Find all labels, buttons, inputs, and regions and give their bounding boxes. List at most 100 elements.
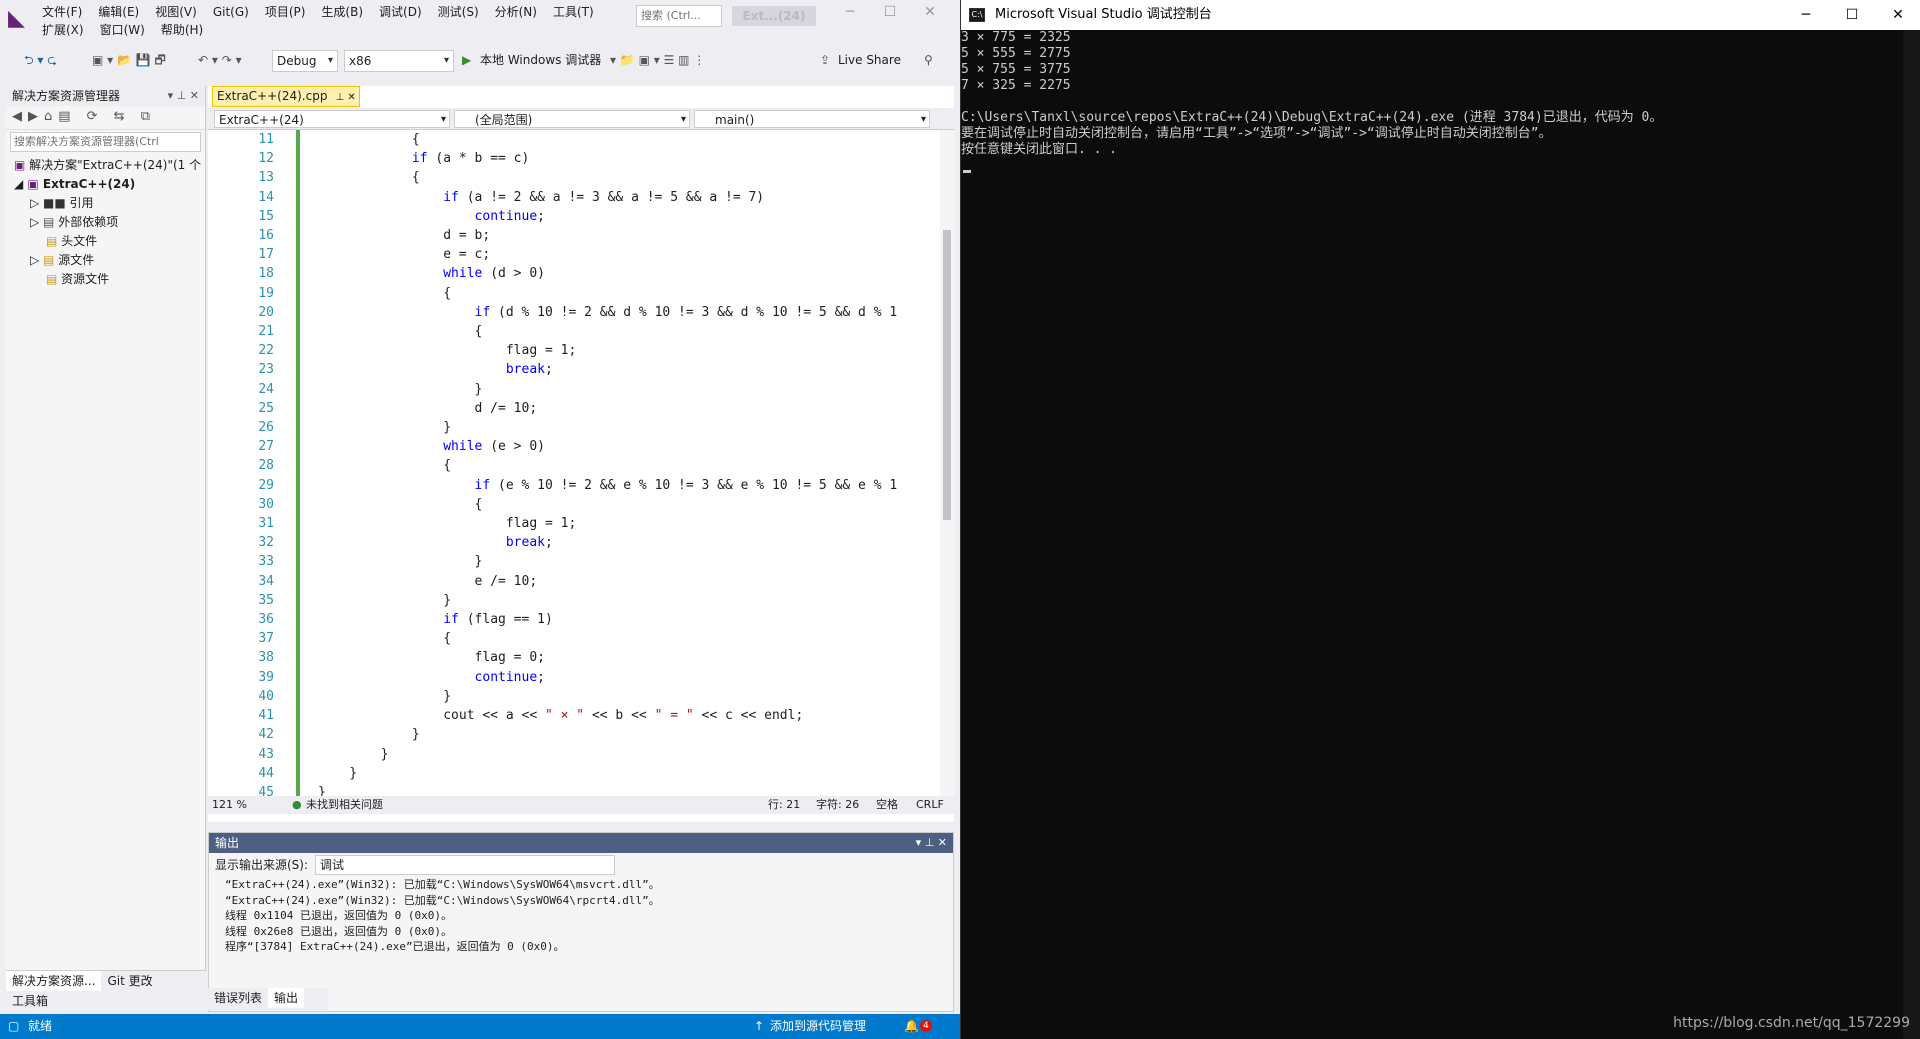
tree-references[interactable]: ▷ ■■ 引用 [6,194,205,213]
code-line[interactable]: { [318,629,897,648]
code-line[interactable]: } [318,783,897,796]
output-source-select[interactable]: 调试 [315,855,615,875]
live-share-button[interactable]: Live Share [838,50,901,70]
nav-project[interactable]: ExtraC++(24) [214,110,450,129]
code-line[interactable]: while (e > 0) [318,437,897,456]
console-close-button[interactable]: ✕ [1875,0,1920,30]
pane-buttons[interactable]: ▾ ⊥ ✕ [168,86,199,106]
tab-output[interactable]: 输出 [268,988,305,1008]
tab-toolbox[interactable]: 工具箱 [6,991,54,1011]
code-line[interactable]: if (a != 2 && a != 3 && a != 5 && a != 7… [318,188,897,207]
tree-resources[interactable]: ▤ 资源文件 [6,270,205,289]
menu-item[interactable]: 工具(T) [553,3,594,21]
menu-item[interactable]: Git(G) [213,3,249,21]
menu-item[interactable]: 测试(S) [438,3,479,21]
code-line[interactable]: if (d % 10 != 2 && d % 10 != 3 && d % 10… [318,303,898,322]
menu-item[interactable]: 视图(V) [155,3,197,21]
menu-item[interactable]: 分析(N) [495,3,537,21]
file-icons[interactable]: ▣ ▾ 📂 💾 🗗 [92,50,166,70]
feedback-icon[interactable]: ⚲ [924,50,933,70]
code-line[interactable]: break; [318,533,897,552]
code-line[interactable]: d /= 10; [318,399,897,418]
eol-indicator[interactable]: CRLF [916,796,944,814]
code-line[interactable]: e /= 10; [318,572,897,591]
nav-scope[interactable]: (全局范围) [454,110,690,129]
console-maximize-button[interactable]: ☐ [1829,0,1875,30]
code-line[interactable]: continue; [318,668,897,687]
close-button[interactable]: ✕ [910,4,950,20]
search-input[interactable]: 搜索 (Ctrl... [636,5,722,27]
code-line[interactable]: cout << a << " × " << b << " = " << c <<… [318,706,897,725]
output-pane-buttons[interactable]: ▾ ⊥ ✕ [916,833,947,853]
tree-external-deps[interactable]: ▷ ▤ 外部依赖项 [6,213,205,232]
config-combo[interactable]: Debug [272,50,338,72]
code-line[interactable]: flag = 1; [318,514,897,533]
nav-function[interactable]: main() [694,110,930,129]
code-line[interactable]: { [318,284,897,303]
code-line[interactable]: } [318,380,897,399]
code-line[interactable]: { [318,456,897,475]
tree-sources[interactable]: ▷ ▤ 源文件 [6,251,205,270]
menu-item[interactable]: 扩展(X) [42,21,84,39]
code-line[interactable]: } [318,552,897,571]
code-line[interactable]: while (d > 0) [318,264,897,283]
code-line[interactable]: { [318,322,897,341]
menu-item[interactable]: 编辑(E) [98,3,139,21]
tab-git-changes[interactable]: Git 更改 [101,971,158,991]
code-line[interactable]: if (e % 10 != 2 && e % 10 != 3 && e % 10… [318,476,898,495]
tree-solution[interactable]: ▣ 解决方案"ExtraC++(24)"(1 个 [6,156,205,175]
code-line[interactable]: } [318,591,897,610]
zoom-level[interactable]: 121 % [212,796,247,814]
code-line[interactable]: } [318,745,897,764]
menu-item[interactable]: 帮助(H) [161,21,203,39]
issues-text[interactable]: 未找到相关问题 [306,796,383,814]
run-icon[interactable]: ▶ [462,50,471,70]
menu-item[interactable]: 生成(B) [321,3,363,21]
document-tab[interactable]: ExtraC++(24).cpp ⊥ ✕ [212,86,360,107]
solution-search[interactable]: 搜索解决方案资源管理器(Ctrl [10,132,201,152]
code-line[interactable]: break; [318,360,897,379]
code-line[interactable]: } [318,418,897,437]
console-scrollbar[interactable] [1903,30,1920,1039]
platform-combo[interactable]: x86 [344,50,454,72]
code-area[interactable]: 11 12 13 14 15 16 17 18 19 20 21 22 23 24 25 26 27 28 29 30… [208,130,954,796]
code-line[interactable]: if (flag == 1) [318,610,897,629]
solution-toolbar[interactable]: ◀▶⌂▤ ⟳ ⇆ ⧉ [6,106,205,130]
misc-toolbar-icons[interactable]: ▾ 📁 ▣ ▾ ☰ ▥ ⋮ [610,50,705,70]
run-button[interactable]: 本地 Windows 调试器 [480,50,601,70]
menu-item[interactable]: 调试(D) [379,3,422,21]
code-line[interactable]: { [318,495,897,514]
menu-item[interactable]: 项目(P) [265,3,306,21]
menu-item[interactable]: 文件(F) [42,3,82,21]
code-line[interactable]: if (a * b == c) [318,149,897,168]
add-to-source-control[interactable]: 添加到源代码管理 [770,1014,866,1039]
code-line[interactable]: continue; [318,207,897,226]
code-line[interactable]: d = b; [318,226,897,245]
minimize-button[interactable]: ─ [830,4,870,20]
code-line[interactable]: flag = 1; [318,341,897,360]
source-lines[interactable]: { if (a * b == c) { if (a != 2 && a != 3… [318,130,897,796]
code-line[interactable]: } [318,725,897,744]
line-number: 38 [258,650,274,666]
tab-error-list[interactable]: 错误列表 [208,988,268,1008]
code-line[interactable]: e = c; [318,245,897,264]
back-icon[interactable]: ⮌ ▾ ⮎ [24,50,57,70]
line-number: 23 [258,362,274,378]
tree-headers[interactable]: ▤ 头文件 [6,232,205,251]
editor-scrollbar[interactable] [940,130,954,796]
code-line[interactable]: flag = 0; [318,648,897,667]
code-line[interactable]: { [318,130,897,149]
console-minimize-button[interactable]: ─ [1783,0,1829,30]
tab-solution-explorer[interactable]: 解决方案资源... [6,971,102,991]
tree-project[interactable]: ◢ ▣ ExtraC++(24) [6,175,205,194]
maximize-button[interactable]: ☐ [870,4,910,20]
code-line[interactable]: { [318,168,897,187]
code-line[interactable]: } [318,764,897,783]
scroll-thumb[interactable] [943,230,951,520]
notification-icon[interactable]: 🔔 [904,1014,919,1039]
code-line[interactable]: } [318,687,897,706]
menu-item[interactable]: 窗口(W) [100,21,145,39]
whitespace-indicator[interactable]: 空格 [876,796,898,814]
undo-icon[interactable]: ↶ ▾ ↷ ▾ [198,50,242,70]
